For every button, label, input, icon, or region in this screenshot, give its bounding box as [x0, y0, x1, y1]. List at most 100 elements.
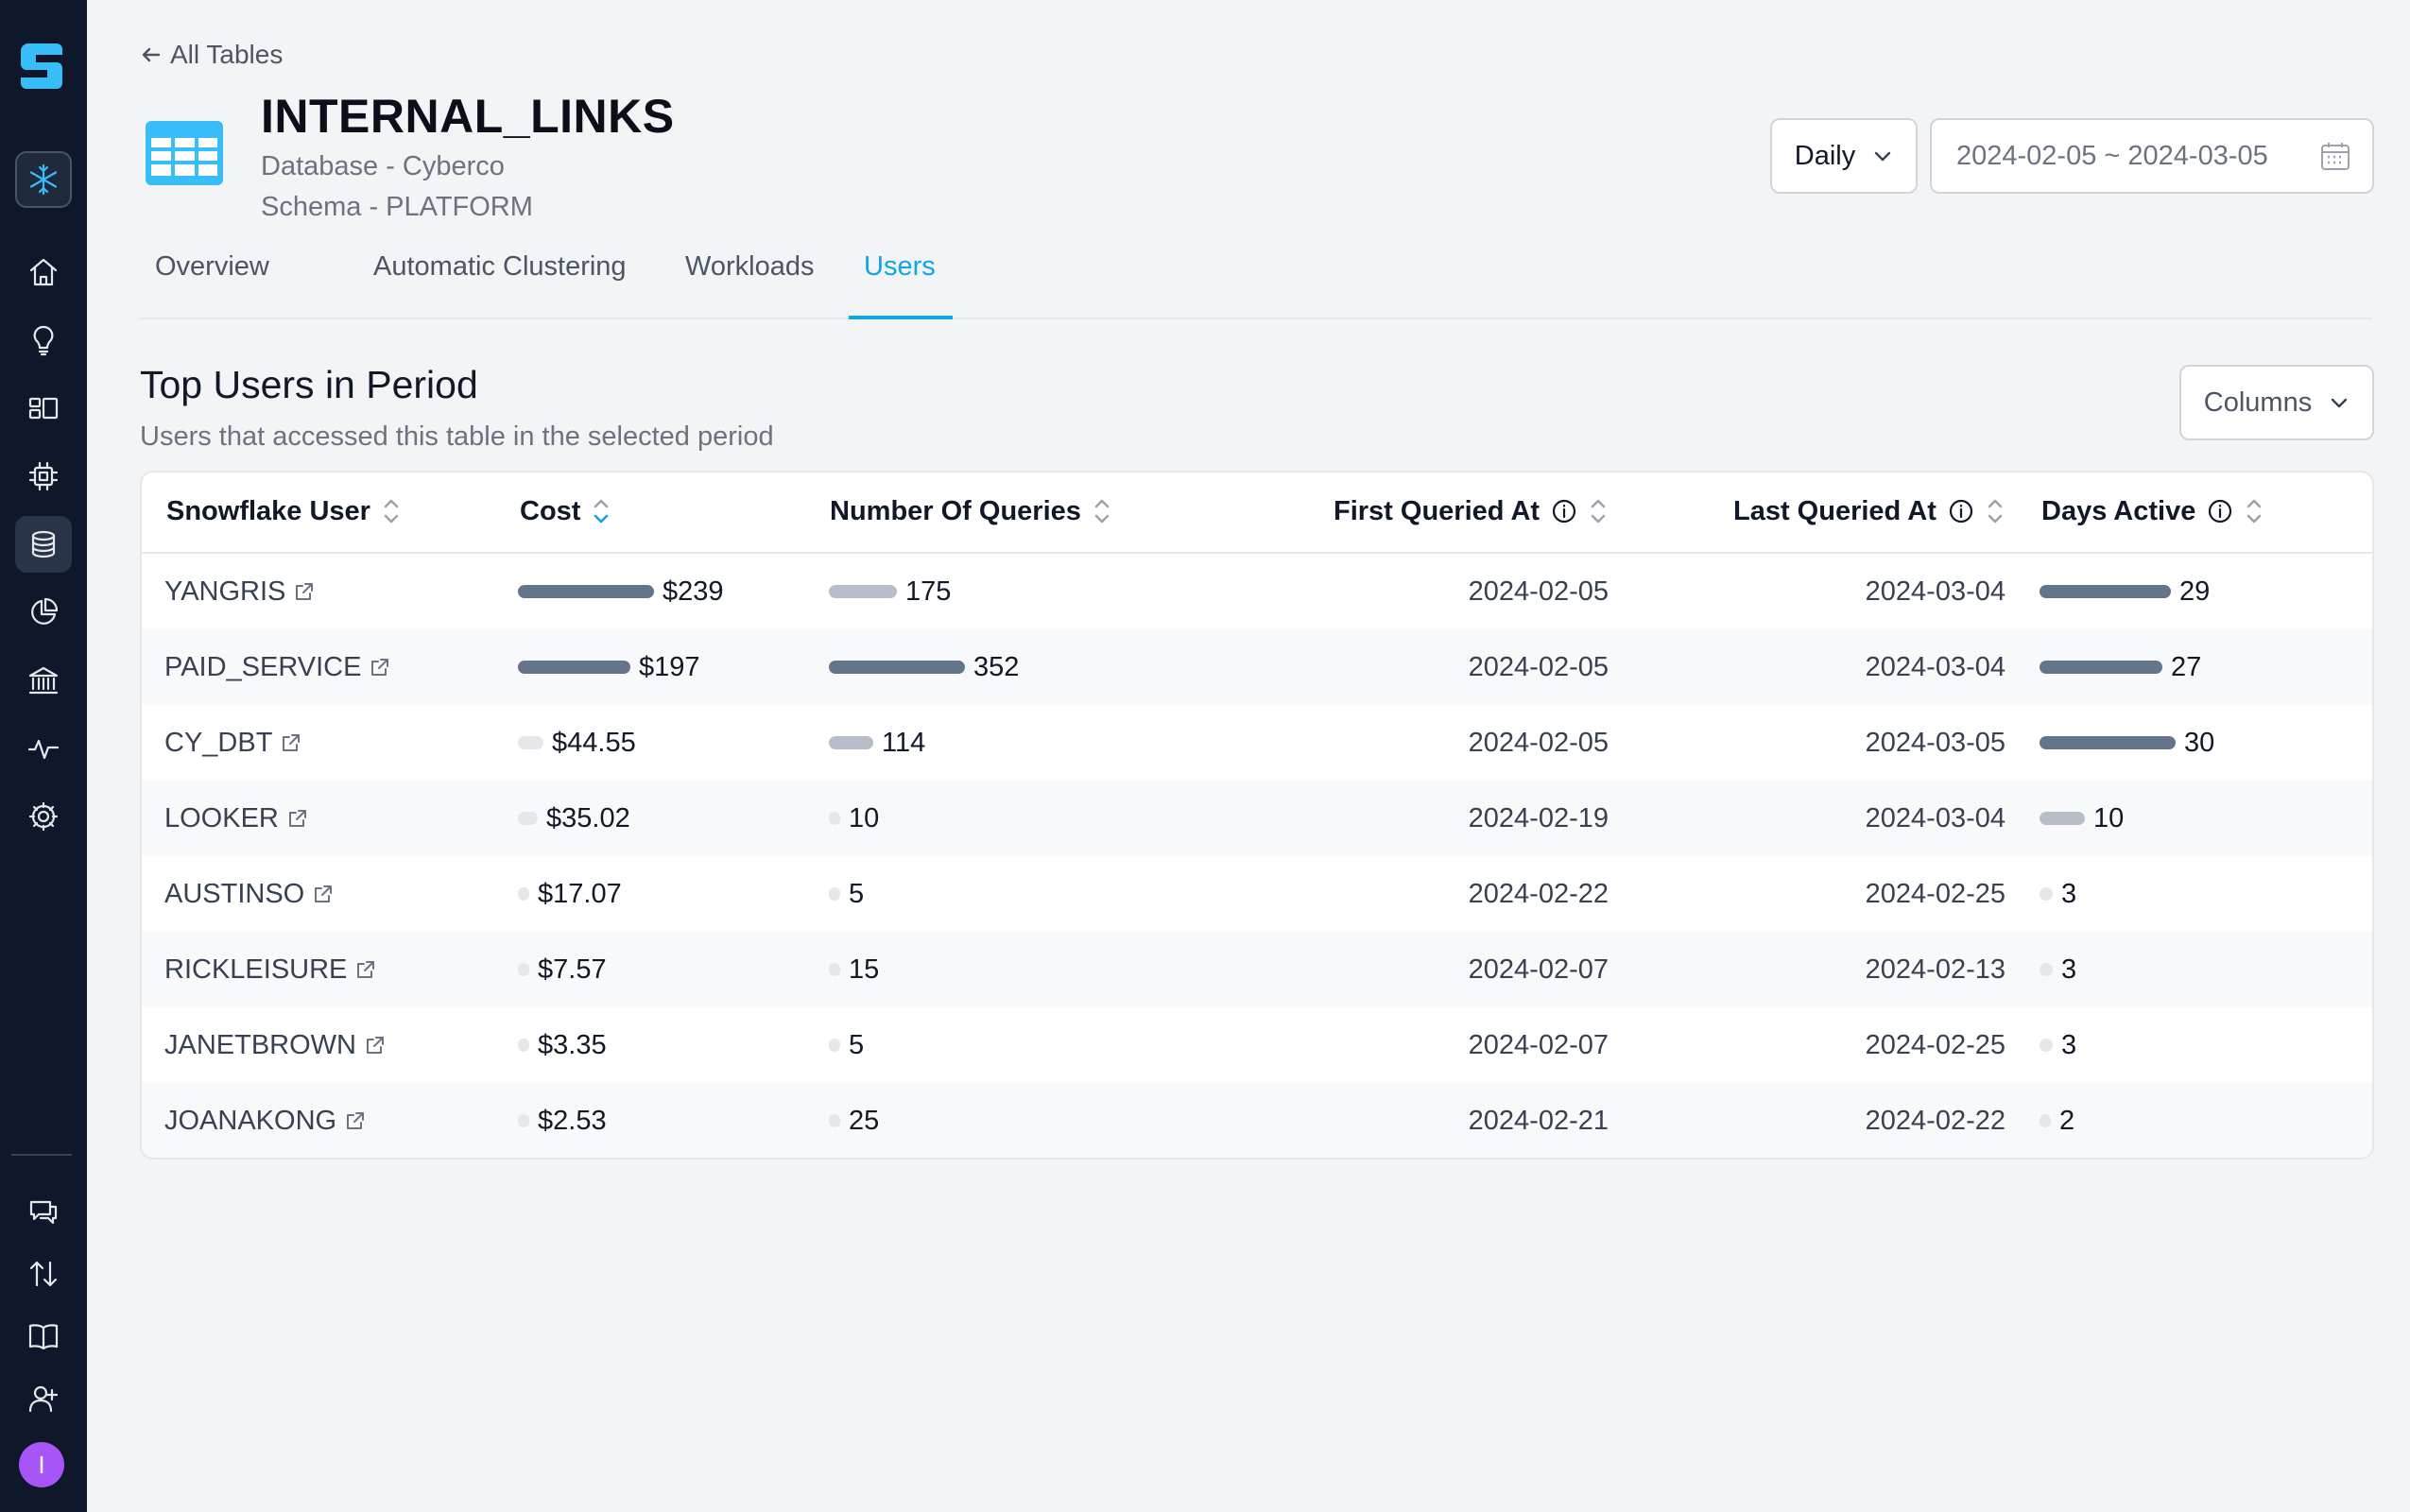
- date-range-picker[interactable]: 2024-02-05 ~ 2024-03-05: [1930, 118, 2374, 194]
- cost-bar: [518, 1039, 529, 1052]
- cost-value: $17.07: [538, 878, 622, 909]
- queries-value: 5: [849, 878, 865, 909]
- cost-cell: $197: [518, 629, 700, 705]
- section-title: Top Users in Period: [140, 363, 478, 406]
- user-name: PAID_SERVICE: [164, 651, 362, 682]
- snowflake-icon[interactable]: [15, 151, 72, 208]
- days-active-bar: [2040, 661, 2162, 674]
- days-active-bar: [2040, 812, 2085, 825]
- queries-bar: [829, 585, 897, 598]
- days-active-value: 30: [2184, 727, 2215, 758]
- gear-icon[interactable]: [15, 788, 72, 845]
- pie-chart-icon[interactable]: [15, 584, 72, 641]
- database-label: Database - Cyberco: [261, 151, 505, 181]
- user-link[interactable]: CY_DBT: [164, 705, 302, 781]
- queries-cell: 352: [829, 629, 1019, 705]
- days-active-cell: 3: [2040, 932, 2076, 1007]
- cost-value: $239: [663, 576, 724, 607]
- cost-cell: $44.55: [518, 705, 636, 781]
- sidebar-divider: [11, 1154, 72, 1156]
- sort-icon: [1094, 499, 1110, 524]
- table-icon: [146, 121, 223, 185]
- back-to-all-tables-link[interactable]: All Tables: [140, 40, 283, 70]
- queries-value: 5: [849, 1029, 865, 1060]
- sort-icon: [384, 499, 399, 524]
- queries-cell: 15: [829, 932, 879, 1007]
- info-icon[interactable]: [1551, 498, 1577, 524]
- avatar[interactable]: I: [19, 1442, 64, 1487]
- add-user-icon[interactable]: [15, 1370, 72, 1427]
- user-link[interactable]: LOOKER: [164, 781, 309, 856]
- last-queried-cell: 2024-02-25: [1865, 1029, 2005, 1060]
- tab-workloads[interactable]: Workloads: [685, 251, 814, 283]
- tab-automatic-clustering[interactable]: Automatic Clustering: [373, 251, 627, 283]
- days-active-value: 3: [2061, 878, 2077, 909]
- user-link[interactable]: RICKLEISURE: [164, 932, 377, 1007]
- cost-bar: [518, 1114, 529, 1127]
- chip-icon[interactable]: [15, 448, 72, 505]
- cost-value: $7.57: [538, 954, 607, 985]
- header-label: Days Active: [2041, 495, 2196, 526]
- column-header-cost[interactable]: Cost: [520, 493, 611, 529]
- lightbulb-icon[interactable]: [15, 312, 72, 369]
- user-name: AUSTINSO: [164, 878, 305, 909]
- dashboard-icon[interactable]: [15, 380, 72, 437]
- first-queried-cell: 2024-02-22: [1468, 878, 1609, 909]
- first-queried-cell: 2024-02-05: [1468, 651, 1609, 682]
- column-header-queries[interactable]: Number Of Queries: [830, 493, 1111, 529]
- user-link[interactable]: AUSTINSO: [164, 856, 335, 932]
- queries-bar: [829, 812, 840, 825]
- columns-button[interactable]: Columns: [2179, 365, 2374, 440]
- bank-icon[interactable]: [15, 652, 72, 709]
- info-icon[interactable]: [1948, 498, 1974, 524]
- tab-users[interactable]: Users: [864, 251, 936, 283]
- schema-label: Schema - PLATFORM: [261, 192, 533, 222]
- database-icon[interactable]: [15, 516, 72, 573]
- back-link-label: All Tables: [170, 40, 284, 69]
- days-active-cell: 10: [2040, 781, 2124, 856]
- queries-value: 175: [905, 576, 952, 607]
- last-queried-cell: 2024-03-04: [1865, 802, 2005, 833]
- header-label: Snowflake User: [166, 495, 370, 526]
- last-queried-cell: 2024-02-25: [1865, 878, 2005, 909]
- cost-cell: $2.53: [518, 1083, 607, 1158]
- info-icon[interactable]: [2207, 498, 2233, 524]
- chevron-down-icon: [2332, 398, 2348, 408]
- home-icon[interactable]: [15, 244, 72, 301]
- column-header-first-queried[interactable]: First Queried At: [1334, 493, 1608, 529]
- activity-icon[interactable]: [15, 720, 72, 777]
- column-header-days-active[interactable]: Days Active: [2041, 493, 2264, 529]
- user-link[interactable]: PAID_SERVICE: [164, 629, 391, 705]
- cost-bar: [518, 736, 543, 749]
- user-link[interactable]: JOANAKONG: [164, 1083, 367, 1158]
- cost-value: $3.35: [538, 1029, 607, 1060]
- section-subtitle: Users that accessed this table in the se…: [140, 421, 774, 452]
- user-link[interactable]: JANETBROWN: [164, 1007, 387, 1083]
- page-title: INTERNAL_LINKS: [261, 90, 675, 143]
- days-active-value: 29: [2179, 576, 2211, 607]
- queries-cell: 5: [829, 1007, 864, 1083]
- queries-cell: 5: [829, 856, 864, 932]
- cost-cell: $35.02: [518, 781, 630, 856]
- app-logo-icon[interactable]: [19, 42, 64, 91]
- tab-overview[interactable]: Overview: [155, 251, 269, 283]
- column-header-last-queried[interactable]: Last Queried At: [1733, 493, 2005, 529]
- first-queried-cell: 2024-02-19: [1468, 802, 1609, 833]
- last-queried-cell: 2024-02-13: [1865, 954, 2005, 985]
- chat-icon[interactable]: [15, 1183, 72, 1240]
- first-queried-cell: 2024-02-05: [1468, 727, 1609, 758]
- first-queried-cell: 2024-02-07: [1468, 1029, 1609, 1060]
- days-active-value: 2: [2059, 1105, 2075, 1136]
- last-queried-cell: 2024-03-04: [1865, 576, 2005, 607]
- period-select[interactable]: Daily: [1770, 118, 1918, 194]
- book-icon[interactable]: [15, 1308, 72, 1365]
- column-header-user[interactable]: Snowflake User: [166, 493, 401, 529]
- queries-value: 25: [849, 1105, 880, 1136]
- transfer-icon[interactable]: [15, 1246, 72, 1302]
- cost-cell: $7.57: [518, 932, 607, 1007]
- last-queried-cell: 2024-02-22: [1865, 1105, 2005, 1136]
- period-value: Daily: [1794, 140, 1856, 171]
- table-row: PAID_SERVICE $197 352 2024-02-05 2024-03-04 2…: [142, 629, 2372, 705]
- user-link[interactable]: YANGRIS: [164, 554, 316, 629]
- user-name: RICKLEISURE: [164, 954, 348, 985]
